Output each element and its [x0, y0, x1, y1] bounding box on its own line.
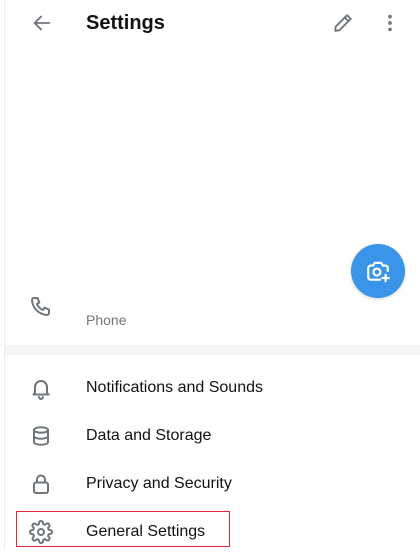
page-title: Settings — [86, 12, 165, 34]
camera-add-icon — [367, 261, 390, 283]
bell-icon — [32, 380, 50, 400]
phone-info-row[interactable]: Phone — [5, 290, 420, 338]
settings-header: Settings — [5, 0, 420, 46]
pencil-icon — [334, 14, 352, 32]
arrow-left-icon — [33, 15, 51, 31]
menu-item-notifications[interactable]: Notifications and Sounds — [5, 364, 420, 412]
settings-panel: Settings Phone Notifications and Sounds … — [4, 0, 420, 549]
menu-item-privacy-security[interactable]: Privacy and Security — [5, 460, 420, 508]
menu-item-label: General Settings — [86, 523, 206, 540]
more-vertical-icon — [388, 14, 392, 32]
menu-item-data-storage[interactable]: Data and Storage — [5, 412, 420, 460]
gear-icon — [29, 520, 53, 544]
back-button[interactable] — [29, 10, 55, 36]
phone-icon — [31, 297, 50, 316]
menu-item-label: Data and Storage — [86, 427, 212, 444]
more-options-button[interactable] — [377, 10, 403, 36]
phone-label: Phone — [86, 312, 127, 328]
menu-item-label: Notifications and Sounds — [86, 379, 263, 396]
menu-item-label: Privacy and Security — [86, 475, 232, 492]
edit-button[interactable] — [330, 10, 356, 36]
lock-icon — [33, 474, 49, 494]
section-divider — [5, 345, 420, 355]
database-icon — [33, 426, 49, 446]
